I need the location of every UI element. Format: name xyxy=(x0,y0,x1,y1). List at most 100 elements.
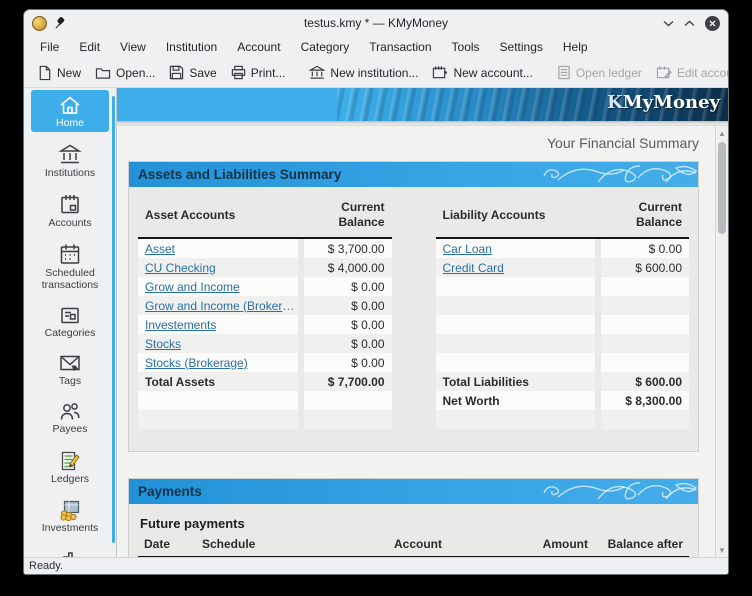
menu-institution[interactable]: Institution xyxy=(156,38,227,56)
scroll-up-arrow[interactable]: ▲ xyxy=(716,127,728,139)
table-row-empty xyxy=(138,410,392,429)
menu-help[interactable]: Help xyxy=(553,38,598,56)
summary-section-title: Assets and Liabilities Summary xyxy=(138,167,341,182)
kmymoney-banner: KMyMoney xyxy=(117,88,728,121)
flourish-decoration xyxy=(538,162,698,187)
menu-view[interactable]: View xyxy=(110,38,156,56)
sidebar-item-reports[interactable]: Reports xyxy=(31,544,109,557)
minimize-button[interactable] xyxy=(663,20,674,27)
account-link[interactable]: Stocks (Brokerage) xyxy=(145,356,248,370)
title-bar: testus.kmy * — KMyMoney xyxy=(24,10,728,36)
summary-section-header: Assets and Liabilities Summary xyxy=(129,162,698,187)
tags-icon xyxy=(58,353,82,374)
maximize-button[interactable] xyxy=(684,20,695,27)
ledgers-icon xyxy=(58,450,82,472)
sidebar-item-investments[interactable]: Investments xyxy=(31,495,109,537)
print-icon xyxy=(231,65,246,80)
table-row-empty xyxy=(138,391,392,410)
table-row-empty xyxy=(436,315,690,334)
table-row-empty xyxy=(436,277,690,296)
amount-column-header: Amount xyxy=(510,537,594,551)
menu-settings[interactable]: Settings xyxy=(490,38,553,56)
table-row: Car Loan$ 0.00 xyxy=(436,239,690,258)
account-link[interactable]: CU Checking xyxy=(145,261,216,275)
new-account-icon xyxy=(432,65,448,80)
sidebar-item-categories[interactable]: Categories xyxy=(31,301,109,342)
date-column-header: Date xyxy=(138,537,190,551)
sidebar-item-institutions[interactable]: Institutions xyxy=(31,139,109,182)
payments-section-title: Payments xyxy=(138,484,202,499)
table-row: Asset$ 3,700.00 xyxy=(138,239,392,258)
asset-balance-header: Current Balance xyxy=(304,200,392,230)
liabilities-table: Liability Accounts Current Balance Car L… xyxy=(436,199,690,429)
close-button[interactable] xyxy=(705,16,720,31)
table-row: Stocks$ 0.00 xyxy=(138,334,392,353)
menu-account[interactable]: Account xyxy=(227,38,290,56)
scheduled-transactions-icon xyxy=(58,243,82,266)
open-button[interactable]: Open... xyxy=(88,63,162,83)
edit-account-button[interactable]: Edit account... xyxy=(649,62,729,83)
save-button[interactable]: Save xyxy=(162,62,223,83)
new-button[interactable]: New xyxy=(30,62,88,84)
menu-category[interactable]: Category xyxy=(291,38,360,56)
account-link[interactable]: Credit Card xyxy=(443,261,504,275)
bank-icon xyxy=(309,65,325,80)
summary-tables: Asset Accounts Current Balance Asset$ 3,… xyxy=(129,187,698,451)
account-link[interactable]: Asset xyxy=(145,242,175,256)
status-text: Ready. xyxy=(29,560,63,572)
sidebar-scrollbar[interactable] xyxy=(112,96,115,543)
liability-balance-header: Current Balance xyxy=(601,200,689,230)
table-row: Investements$ 0.00 xyxy=(138,315,392,334)
asset-accounts-header: Asset Accounts xyxy=(138,208,304,222)
total-assets-row: Total Assets$ 7,700.00 xyxy=(138,372,392,391)
net-worth-row: Net Worth$ 8,300.00 xyxy=(436,391,690,410)
account-link[interactable]: Grow and Income (Brokerage) xyxy=(145,299,298,313)
kmymoney-logo: KMyMoney xyxy=(607,92,720,113)
content-scrollbar[interactable]: ▲ ▼ xyxy=(715,126,728,557)
future-payments-heading: Future payments xyxy=(140,516,689,531)
menu-file[interactable]: File xyxy=(30,38,69,56)
open-ledger-button[interactable]: Open ledger xyxy=(550,62,649,83)
payments-box: Payments Future payments xyxy=(128,478,699,557)
page-title: Your Financial Summary xyxy=(117,135,699,151)
home-icon xyxy=(58,94,82,116)
balance-after-column-header: Balance after xyxy=(594,537,689,551)
liability-accounts-header: Liability Accounts xyxy=(436,208,602,222)
sidebar-item-tags[interactable]: Tags xyxy=(31,349,109,390)
save-floppy-icon xyxy=(169,65,184,80)
menu-transaction[interactable]: Transaction xyxy=(359,38,441,56)
flourish-decoration xyxy=(538,479,698,504)
status-bar: Ready. xyxy=(24,557,728,574)
sidebar-item-home[interactable]: Home xyxy=(31,90,109,132)
table-row: Stocks (Brokerage)$ 0.00 xyxy=(138,353,392,372)
open-folder-icon xyxy=(95,66,111,80)
payments-header-row: Date Schedule Account Amount Balance aft… xyxy=(138,537,689,557)
menu-edit[interactable]: Edit xyxy=(69,38,110,56)
open-ledger-icon xyxy=(557,65,571,80)
payees-icon xyxy=(58,401,82,422)
print-button[interactable]: Print... xyxy=(224,62,293,83)
table-row: Grow and Income (Brokerage)$ 0.00 xyxy=(138,296,392,315)
new-institution-button[interactable]: New institution... xyxy=(302,62,425,83)
sidebar-item-payees[interactable]: Payees xyxy=(31,397,109,438)
new-document-icon xyxy=(37,65,52,81)
account-link[interactable]: Investements xyxy=(145,318,216,332)
sidebar-item-scheduled-transactions[interactable]: Scheduled transactions xyxy=(31,239,109,294)
table-row-empty xyxy=(436,334,690,353)
sidebar-item-accounts[interactable]: Accounts xyxy=(31,189,109,232)
assets-liabilities-summary-box: Assets and Liabilities Summary xyxy=(128,161,699,452)
kmymoney-window: testus.kmy * — KMyMoney File Edit View I… xyxy=(23,9,729,575)
scrollbar-thumb[interactable] xyxy=(718,142,726,234)
table-row: Credit Card$ 600.00 xyxy=(436,258,690,277)
account-link[interactable]: Car Loan xyxy=(443,242,492,256)
schedule-column-header: Schedule xyxy=(190,537,388,551)
account-link[interactable]: Stocks xyxy=(145,337,181,351)
window-title: testus.kmy * — KMyMoney xyxy=(24,16,728,30)
assets-table: Asset Accounts Current Balance Asset$ 3,… xyxy=(138,199,392,429)
new-account-button[interactable]: New account... xyxy=(425,62,539,83)
account-link[interactable]: Grow and Income xyxy=(145,280,240,294)
accounts-icon xyxy=(58,193,82,216)
sidebar-item-ledgers[interactable]: Ledgers xyxy=(31,446,109,488)
scroll-down-arrow[interactable]: ▼ xyxy=(716,544,728,556)
menu-tools[interactable]: Tools xyxy=(442,38,490,56)
